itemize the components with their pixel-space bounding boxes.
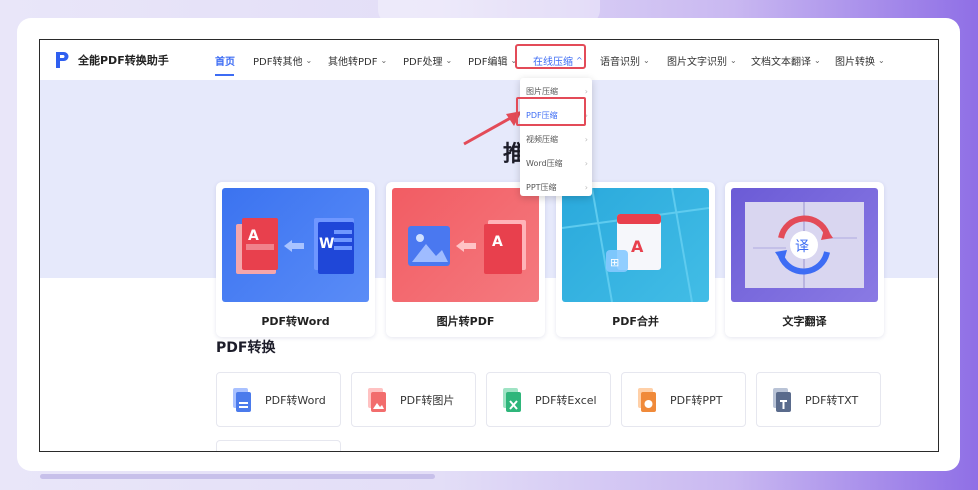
- nav-label: 图片文字识别: [667, 57, 727, 68]
- tool-label: PDF转Excel: [535, 394, 597, 407]
- active-tab-underline: [215, 74, 234, 76]
- word-doc-icon: [233, 388, 251, 412]
- chevron-right-icon: ›: [584, 159, 588, 168]
- tool-pdf-to-excel[interactable]: PDF转Excel: [486, 372, 611, 427]
- feature-card-image-to-pdf[interactable]: A 图片转PDF: [386, 182, 545, 337]
- nav-pdf-process[interactable]: PDF处理 ⌄: [403, 53, 452, 68]
- chevron-down-icon: ⌄: [814, 56, 821, 65]
- nav-image-ocr[interactable]: 图片文字识别 ⌄: [667, 53, 737, 68]
- dropdown-item-label: PPT压缩: [526, 183, 557, 192]
- chevron-down-icon: ⌄: [643, 56, 650, 65]
- tool-label: PDF转Word: [265, 394, 326, 407]
- dropdown-item-label: 视频压缩: [526, 135, 558, 144]
- chevron-down-icon: ⌄: [305, 56, 313, 65]
- card-label: 文字翻译: [782, 315, 827, 328]
- nav-label: 文档文本翻译: [751, 57, 811, 68]
- dropdown-item-word-compress[interactable]: Word压缩 ›: [520, 152, 592, 176]
- nav-highlight-box: [515, 44, 586, 69]
- dropdown-highlight-box: [516, 97, 586, 126]
- app-title: 全能PDF转换助手: [78, 54, 169, 67]
- nav-label: 图片转换: [835, 57, 875, 68]
- nav-home[interactable]: 首页: [215, 53, 235, 68]
- tool-pdf-to-image[interactable]: PDF转图片: [351, 372, 476, 427]
- nav-speech-recognition[interactable]: 语音识别 ⌄: [600, 53, 650, 68]
- feature-card-text-translate[interactable]: 译 文字翻译: [725, 182, 884, 337]
- nav-other-to-pdf[interactable]: 其他转PDF ⌄: [328, 53, 387, 68]
- svg-text:A: A: [492, 234, 503, 250]
- browser-viewport: 推 全能PDF转换助手 首页 PDF转其他 ⌄ 其他转PDF ⌄ PDF处理 ⌄ PD…: [39, 39, 939, 452]
- svg-text:⊞: ⊞: [610, 256, 619, 269]
- nav-image-convert[interactable]: 图片转换 ⌄: [835, 53, 885, 68]
- feature-card-pdf-to-word[interactable]: A W PDF转Word: [216, 182, 375, 337]
- card-label: 图片转PDF: [436, 315, 495, 328]
- image-doc-icon: [368, 388, 386, 412]
- nav-pdf-edit[interactable]: PDF编辑 ⌄: [468, 53, 517, 68]
- tool-pdf-to-word[interactable]: PDF转Word: [216, 372, 341, 427]
- svg-text:A: A: [631, 237, 644, 256]
- tool-pdf-to-ppt[interactable]: PDF转PPT: [621, 372, 746, 427]
- nav-label: 语音识别: [600, 57, 640, 68]
- chevron-down-icon: ⌄: [730, 56, 737, 65]
- feature-card-pdf-merge[interactable]: A ⊞ PDF合并: [556, 182, 715, 337]
- translate-glyph: 译: [795, 239, 809, 255]
- svg-text:W: W: [319, 236, 334, 252]
- dropdown-item-label: Word压缩: [526, 159, 563, 168]
- tool-pdf-to-txt[interactable]: PDF转TXT: [756, 372, 881, 427]
- nav-doc-translate[interactable]: 文档文本翻译 ⌄: [751, 53, 821, 68]
- chevron-right-icon: ›: [584, 183, 588, 192]
- nav-label: PDF编辑: [468, 57, 508, 68]
- top-nav-bar: 全能PDF转换助手 首页 PDF转其他 ⌄ 其他转PDF ⌄ PDF处理 ⌄ PDF编…: [40, 40, 938, 80]
- chevron-down-icon: ⌄: [380, 56, 388, 65]
- dropdown-item-label: 图片压缩: [526, 87, 558, 96]
- excel-doc-icon: [503, 388, 521, 412]
- app-logo-icon[interactable]: [55, 51, 69, 69]
- pdf-to-word-illustration: A W: [222, 188, 369, 302]
- tool-label: PDF转TXT: [805, 394, 859, 407]
- dropdown-item-video-compress[interactable]: 视频压缩 ›: [520, 128, 592, 152]
- chevron-right-icon: ›: [584, 135, 588, 144]
- nav-label: 其他转PDF: [328, 57, 378, 68]
- card-label: PDF转Word: [261, 315, 330, 328]
- nav-label: 首页: [215, 57, 235, 68]
- section-title: PDF转换: [216, 340, 276, 356]
- bottom-accent-bar: [40, 474, 435, 479]
- image-to-pdf-illustration: A: [392, 188, 539, 302]
- tool-label: PDF转图片: [400, 394, 455, 407]
- compress-dropdown-menu: 图片压缩 › PDF压缩 › 视频压缩 › Word压缩 › PPT压缩 ›: [520, 78, 592, 196]
- tool-card-next-row[interactable]: [216, 440, 341, 451]
- ppt-doc-icon: [638, 388, 656, 412]
- text-translate-illustration: 译: [731, 188, 878, 302]
- dropdown-item-ppt-compress[interactable]: PPT压缩 ›: [520, 176, 592, 200]
- card-label: PDF合并: [612, 315, 659, 328]
- nav-pdf-to-other[interactable]: PDF转其他 ⌄: [253, 53, 312, 68]
- svg-text:A: A: [248, 228, 259, 244]
- chevron-down-icon: ⌄: [445, 56, 453, 65]
- chevron-down-icon: ⌄: [878, 56, 885, 65]
- nav-label: PDF转其他: [253, 57, 303, 68]
- txt-doc-icon: [773, 388, 791, 412]
- nav-label: PDF处理: [403, 57, 443, 68]
- tool-label: PDF转PPT: [670, 394, 723, 407]
- pdf-merge-illustration: A ⊞: [562, 188, 709, 302]
